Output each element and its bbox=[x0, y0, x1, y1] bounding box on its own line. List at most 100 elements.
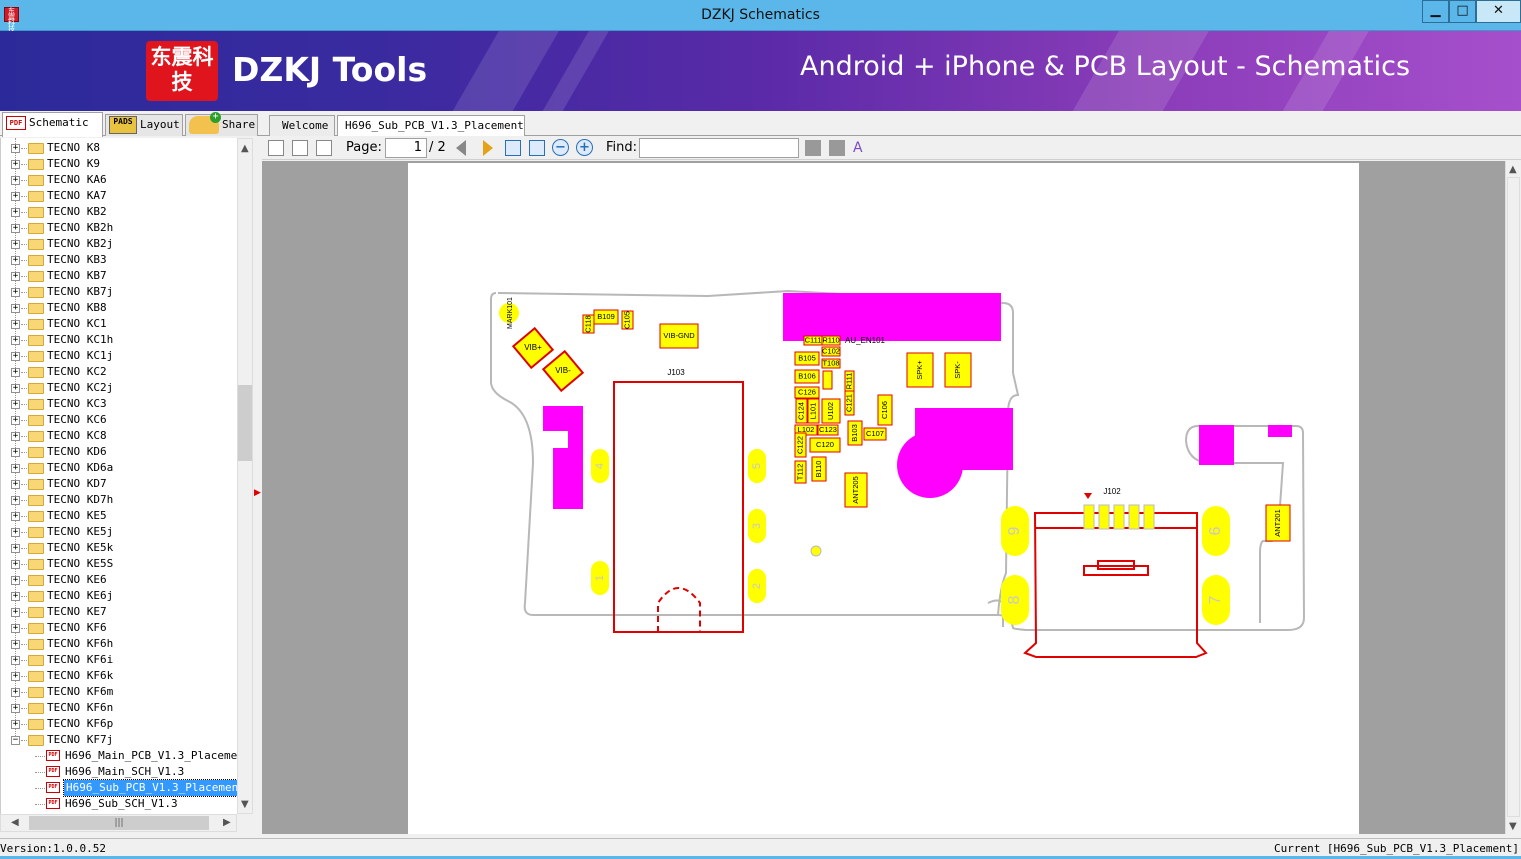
tree-folder-item[interactable]: + TECNO KF6i bbox=[1, 652, 237, 668]
tree-folder-item[interactable]: + TECNO KC2 bbox=[1, 364, 237, 380]
tree-folder-item[interactable]: + TECNO KF6p bbox=[1, 716, 237, 732]
expand-toggle-icon[interactable]: − bbox=[11, 736, 20, 745]
tree-folder-item[interactable]: + TECNO KE6j bbox=[1, 588, 237, 604]
tree-folder-item[interactable]: + TECNO KD7 bbox=[1, 476, 237, 492]
maximize-button[interactable]: □ bbox=[1449, 0, 1476, 23]
highlight-text-icon[interactable]: A bbox=[853, 140, 869, 156]
expand-toggle-icon[interactable]: + bbox=[11, 448, 20, 457]
expand-toggle-icon[interactable]: + bbox=[11, 256, 20, 265]
expand-toggle-icon[interactable]: + bbox=[11, 640, 20, 649]
tree-folder-item[interactable]: + TECNO KE7 bbox=[1, 604, 237, 620]
expand-toggle-icon[interactable]: + bbox=[11, 720, 20, 729]
expand-toggle-icon[interactable]: + bbox=[11, 656, 20, 665]
expand-toggle-icon[interactable]: + bbox=[11, 608, 20, 617]
viewer-scroll-up-icon[interactable]: ▲ bbox=[1509, 164, 1517, 175]
tree-folder-item[interactable]: + TECNO KC3 bbox=[1, 396, 237, 412]
tree-horizontal-scrollbar[interactable]: ◀ ||| ▶ bbox=[0, 814, 237, 832]
expand-toggle-icon[interactable]: + bbox=[11, 592, 20, 601]
zoom-in-icon[interactable]: + bbox=[576, 139, 593, 156]
tree-folder-item[interactable]: + TECNO KE5S bbox=[1, 556, 237, 572]
tree-folder-item[interactable]: + TECNO K8 bbox=[1, 140, 237, 156]
tree-folder-item[interactable]: + TECNO KF6m bbox=[1, 684, 237, 700]
expand-toggle-icon[interactable]: + bbox=[11, 688, 20, 697]
tab-schematic[interactable]: PDF Schematic bbox=[2, 112, 103, 137]
tree-folder-item[interactable]: + TECNO KB2 bbox=[1, 204, 237, 220]
expand-toggle-icon[interactable]: + bbox=[11, 304, 20, 313]
viewer-scroll-down-icon[interactable]: ▼ bbox=[1509, 821, 1517, 832]
tab-share[interactable]: Share bbox=[185, 112, 258, 136]
tree-folder-item[interactable]: + TECNO KB2j bbox=[1, 236, 237, 252]
scroll-left-icon[interactable]: ◀ bbox=[11, 817, 19, 828]
expand-toggle-icon[interactable]: + bbox=[11, 368, 20, 377]
tab-document[interactable]: H696_Sub_PCB_V1.3_Placement× bbox=[337, 115, 525, 152]
expand-toggle-icon[interactable]: + bbox=[11, 560, 20, 569]
expand-toggle-icon[interactable]: + bbox=[11, 528, 20, 537]
tree-file-item[interactable]: PDF H696_Main_SCH_V1.3 bbox=[1, 764, 237, 780]
expand-toggle-icon[interactable]: + bbox=[11, 416, 20, 425]
tree-folder-item[interactable]: + TECNO KE5k bbox=[1, 540, 237, 556]
tree-folder-item[interactable]: + TECNO KD6 bbox=[1, 444, 237, 460]
tree-folder-item[interactable]: + TECNO KC8 bbox=[1, 428, 237, 444]
tree-folder-item[interactable]: + TECNO KB7 bbox=[1, 268, 237, 284]
expand-toggle-icon[interactable]: + bbox=[11, 160, 20, 169]
tree-folder-item[interactable]: + TECNO KF6 bbox=[1, 620, 237, 636]
tree-folder-item[interactable]: + TECNO KC1j bbox=[1, 348, 237, 364]
fit-width-icon[interactable] bbox=[505, 140, 521, 156]
tree-folder-item[interactable]: + TECNO KE5j bbox=[1, 524, 237, 540]
tree-vertical-scrollbar[interactable]: ▲ ▼ bbox=[237, 138, 253, 814]
tree-folder-item[interactable]: + TECNO KD6a bbox=[1, 460, 237, 476]
tree-folder-item[interactable]: + TECNO KB7j bbox=[1, 284, 237, 300]
tree-folder-item[interactable]: + TECNO KE5 bbox=[1, 508, 237, 524]
tab-welcome[interactable]: Welcome bbox=[269, 115, 335, 136]
next-page-icon[interactable] bbox=[483, 140, 493, 156]
document-viewer[interactable]: 453129687 C118 B109 C105 C111 R110 C102 B105 T1… bbox=[262, 161, 1505, 834]
tree-file-item[interactable]: PDF H696_Sub_SCH_V1.3 bbox=[1, 796, 237, 812]
find-next-icon[interactable] bbox=[829, 140, 845, 156]
tab-layout[interactable]: PADS Layout bbox=[105, 114, 183, 136]
tree-file-item[interactable]: PDF H696_Main_PCB_V1.3_Placement bbox=[1, 748, 237, 764]
scroll-up-icon[interactable]: ▲ bbox=[241, 143, 249, 154]
expand-toggle-icon[interactable]: + bbox=[11, 176, 20, 185]
expand-toggle-icon[interactable]: + bbox=[11, 144, 20, 153]
tree-folder-item[interactable]: − TECNO KF7j bbox=[1, 732, 237, 748]
expand-toggle-icon[interactable]: + bbox=[11, 400, 20, 409]
expand-toggle-icon[interactable]: + bbox=[11, 512, 20, 521]
scroll-down-icon[interactable]: ▼ bbox=[241, 799, 249, 810]
tree-folder-item[interactable]: + TECNO KA6 bbox=[1, 172, 237, 188]
expand-toggle-icon[interactable]: + bbox=[11, 272, 20, 281]
expand-toggle-icon[interactable]: + bbox=[11, 464, 20, 473]
expand-toggle-icon[interactable]: + bbox=[11, 384, 20, 393]
tree-folder-item[interactable]: + TECNO KC6 bbox=[1, 412, 237, 428]
find-input[interactable] bbox=[639, 138, 799, 158]
expand-toggle-icon[interactable]: + bbox=[11, 240, 20, 249]
expand-toggle-icon[interactable]: + bbox=[11, 320, 20, 329]
expand-toggle-icon[interactable]: + bbox=[11, 544, 20, 553]
tree-scroll-thumb[interactable] bbox=[238, 385, 252, 461]
expand-toggle-icon[interactable]: + bbox=[11, 704, 20, 713]
two-page-icon[interactable] bbox=[316, 140, 332, 156]
tree-folder-item[interactable]: + TECNO KA7 bbox=[1, 188, 237, 204]
expand-toggle-icon[interactable]: + bbox=[11, 672, 20, 681]
expand-toggle-icon[interactable]: + bbox=[11, 480, 20, 489]
tree-folder-item[interactable]: + TECNO KC1 bbox=[1, 316, 237, 332]
tree-folder-item[interactable]: + TECNO KD7h bbox=[1, 492, 237, 508]
tree-folder-item[interactable]: + TECNO KB3 bbox=[1, 252, 237, 268]
open-document-icon[interactable] bbox=[268, 140, 284, 156]
tree-folder-item[interactable]: + TECNO KE6 bbox=[1, 572, 237, 588]
fit-page-icon[interactable] bbox=[529, 140, 545, 156]
tree-folder-item[interactable]: + TECNO KF6h bbox=[1, 636, 237, 652]
page-number-input[interactable]: 1 bbox=[385, 138, 427, 158]
expand-toggle-icon[interactable]: + bbox=[11, 352, 20, 361]
expand-toggle-icon[interactable]: + bbox=[11, 624, 20, 633]
expand-toggle-icon[interactable]: + bbox=[11, 288, 20, 297]
panel-splitter[interactable]: ▶ bbox=[253, 138, 261, 834]
expand-toggle-icon[interactable]: + bbox=[11, 496, 20, 505]
previous-page-icon[interactable] bbox=[456, 140, 466, 156]
tree-folder-item[interactable]: + TECNO KB2h bbox=[1, 220, 237, 236]
viewer-scroll-thumb[interactable] bbox=[1507, 177, 1520, 817]
find-previous-icon[interactable] bbox=[805, 140, 821, 156]
tree-file-item[interactable]: PDF H696_Sub_PCB_V1.3_Placement bbox=[1, 779, 237, 797]
expand-toggle-icon[interactable]: + bbox=[11, 208, 20, 217]
tree-folder-item[interactable]: + TECNO KF6k bbox=[1, 668, 237, 684]
copy-page-icon[interactable] bbox=[292, 140, 308, 156]
